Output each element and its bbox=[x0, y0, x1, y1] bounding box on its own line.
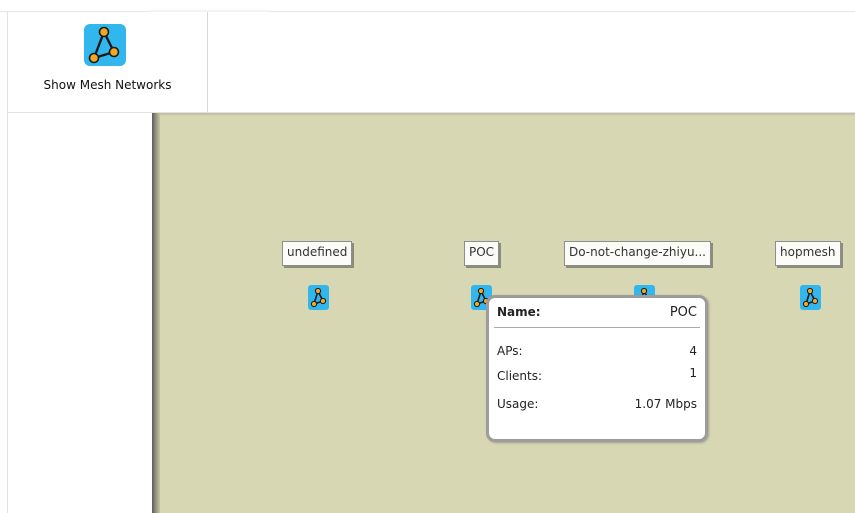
mesh-network-icon[interactable] bbox=[308, 285, 329, 310]
tooltip-usage-row: Usage: 1.07 Mbps bbox=[497, 397, 697, 413]
canvas-left-shadow bbox=[152, 113, 160, 513]
tooltip-usage-value: 1.07 Mbps bbox=[634, 397, 697, 411]
tooltip-aps-value: 4 bbox=[689, 344, 697, 358]
mesh-network-icon[interactable] bbox=[800, 285, 821, 310]
tooltip-name-row: Name: POC bbox=[497, 305, 697, 321]
tooltip-aps-label: APs: bbox=[497, 344, 523, 358]
network-label-poc[interactable]: POC bbox=[464, 241, 500, 266]
canvas-top-edge bbox=[152, 113, 855, 116]
network-label-undefined[interactable]: undefined bbox=[282, 241, 353, 266]
tooltip-clients-label: Clients: bbox=[497, 369, 543, 383]
tooltip-name-value: POC bbox=[669, 305, 697, 320]
network-label-do-not-change[interactable]: Do-not-change-zhiyu... bbox=[564, 241, 711, 266]
show-mesh-networks-label: Show Mesh Networks bbox=[43, 78, 172, 92]
tooltip-name-label: Name: bbox=[497, 305, 541, 319]
network-label-hopmesh[interactable]: hopmesh bbox=[775, 241, 841, 266]
top-strip bbox=[0, 0, 855, 12]
tooltip-clients-value: 1 bbox=[689, 366, 697, 380]
tooltip-divider bbox=[494, 327, 700, 328]
tooltip-clients-row: Clients: 1 bbox=[497, 366, 697, 385]
mesh-network-icon bbox=[84, 24, 126, 66]
tooltip-aps-row: APs: 4 bbox=[497, 344, 697, 360]
toolbar-separator bbox=[207, 12, 208, 113]
left-pane bbox=[7, 113, 152, 513]
tooltip-usage-label: Usage: bbox=[497, 397, 539, 411]
show-mesh-networks-button[interactable]: Show Mesh Networks bbox=[8, 12, 207, 112]
network-tooltip: Name: POC APs: 4 Clients: 1 Usage: 1.07 … bbox=[486, 295, 708, 442]
toolbar: Show Mesh Networks bbox=[7, 12, 855, 113]
